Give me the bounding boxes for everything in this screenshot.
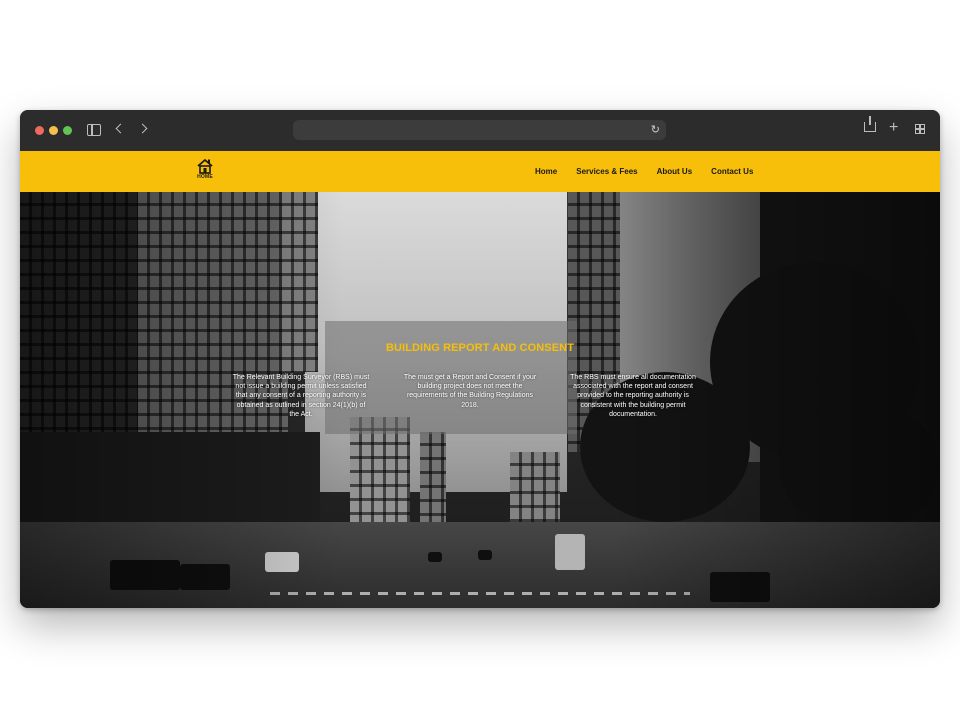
browser-toolbar: ↻ + <box>20 110 940 152</box>
share-icon[interactable] <box>864 116 876 132</box>
info-column-rbs-permit: The Relevant Building Surveyor (RBS) mus… <box>232 374 370 418</box>
nav-contact-us-link[interactable]: Contact Us <box>711 167 753 176</box>
tab-overview-icon[interactable] <box>915 124 925 134</box>
sidebar-icon[interactable] <box>87 124 101 136</box>
info-column-documentation: The RBS must ensure all documentation as… <box>570 374 696 418</box>
hero-title: BUILDING REPORT AND CONSENT <box>385 342 575 354</box>
nav-about-us-link[interactable]: About Us <box>657 167 693 176</box>
main-nav: Home Services & Fees About Us Contact Us <box>535 151 772 192</box>
hero-section: BUILDING REPORT AND CONSENT The Relevant… <box>20 192 940 608</box>
site-header: HOME Home Services & Fees About Us Conta… <box>20 151 940 192</box>
close-window-button[interactable] <box>35 126 44 135</box>
back-icon[interactable] <box>115 123 126 134</box>
info-column-report-consent: The must get a Report and Consent if you… <box>403 374 537 409</box>
minimize-window-button[interactable] <box>49 126 58 135</box>
browser-window: ↻ + HOME Home Services & Fees About Us C… <box>20 110 940 608</box>
reload-icon[interactable]: ↻ <box>651 123 660 137</box>
address-bar[interactable]: ↻ <box>293 120 666 140</box>
forward-icon[interactable] <box>137 123 148 134</box>
site-logo[interactable]: HOME <box>194 158 216 184</box>
new-tab-icon[interactable]: + <box>889 118 898 138</box>
nav-home-link[interactable]: Home <box>535 167 557 176</box>
zoom-window-button[interactable] <box>63 126 72 135</box>
house-logo-icon <box>197 158 213 174</box>
nav-services-fees-link[interactable]: Services & Fees <box>576 167 637 176</box>
logo-text: HOME <box>197 174 213 180</box>
